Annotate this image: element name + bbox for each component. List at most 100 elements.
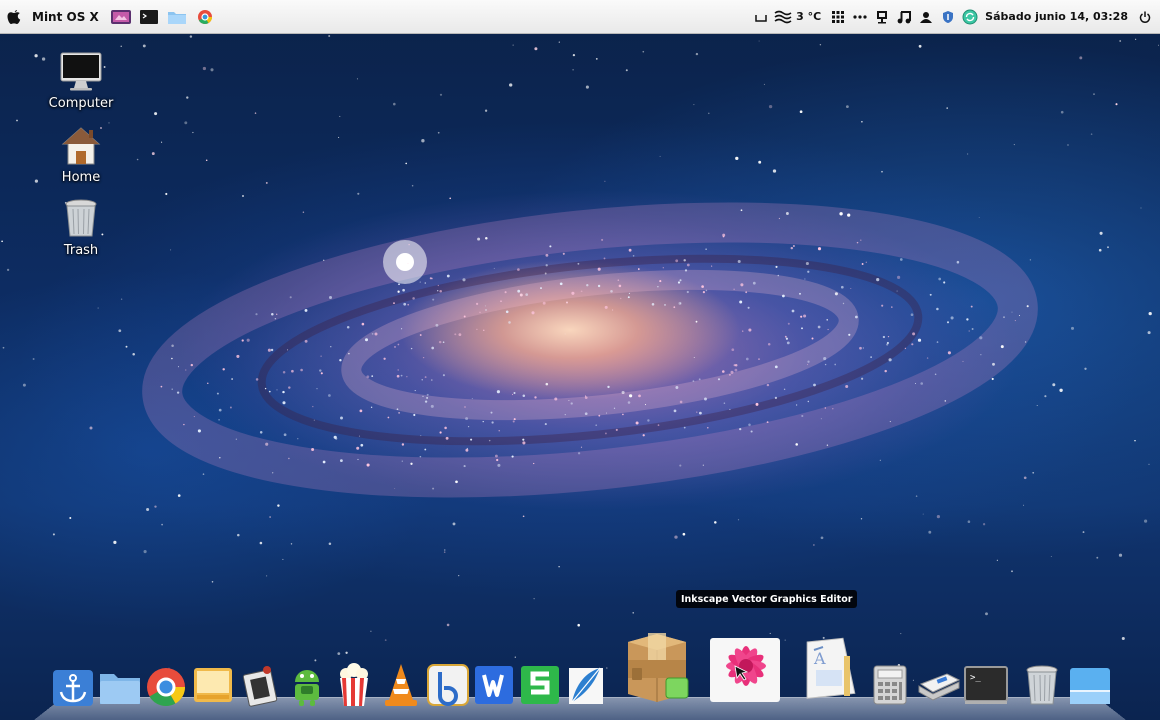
more-dots-icon[interactable] — [849, 0, 871, 34]
galaxy-dust — [832, 408, 834, 410]
galaxy-dust — [371, 333, 374, 335]
dock-item-desktop[interactable] — [1068, 666, 1112, 706]
dock-item-package[interactable] — [622, 632, 692, 704]
chrome-icon — [147, 668, 186, 707]
galaxy-dust — [824, 363, 827, 366]
galaxy-dust — [359, 409, 363, 413]
apple-logo-icon[interactable] — [6, 0, 22, 34]
media-player-icon[interactable] — [107, 0, 135, 34]
dock-item-vlc[interactable] — [381, 662, 421, 708]
galaxy-dust — [657, 424, 660, 426]
dock-item-feather[interactable] — [566, 664, 606, 706]
galaxy-dust — [383, 357, 386, 360]
galaxy-dust — [322, 460, 326, 464]
desktop-icon-home[interactable]: Home — [36, 124, 126, 185]
clock[interactable]: Sábado junio 14, 03:28 — [985, 10, 1128, 23]
galaxy-dust — [544, 423, 547, 426]
dock-item-document-viewer[interactable]: A — [800, 636, 856, 702]
dock-item-terminal[interactable]: >_ — [964, 666, 1008, 704]
update-icon[interactable] — [959, 0, 981, 34]
scanner-icon — [918, 673, 961, 701]
dock-item-trash[interactable] — [1022, 664, 1062, 706]
power-icon[interactable] — [1134, 0, 1156, 34]
show-desktop-icon[interactable] — [750, 0, 772, 34]
dock-item-inkscape[interactable] — [708, 628, 782, 704]
dock-item-popcorn[interactable] — [334, 662, 374, 708]
galaxy-dust — [577, 262, 580, 265]
galaxy-dust — [426, 396, 429, 399]
galaxy-dust — [193, 416, 195, 418]
star — [205, 159, 208, 162]
dock-item-spreadsheet[interactable] — [520, 665, 560, 705]
star — [171, 357, 173, 360]
star — [612, 309, 614, 311]
os-name-menu[interactable]: Mint OS X — [32, 10, 99, 24]
dock-item-screen[interactable] — [193, 666, 233, 706]
desktop-wallpaper[interactable] — [0, 0, 1160, 720]
star — [1013, 144, 1015, 146]
star — [1090, 133, 1093, 135]
galaxy-dust — [799, 292, 801, 295]
dock-item-tool[interactable] — [240, 664, 280, 708]
dock-item-files[interactable] — [98, 670, 142, 706]
folder-icon[interactable] — [163, 0, 191, 34]
star — [577, 623, 580, 627]
weather-temperature[interactable]: 3 °C — [796, 10, 821, 23]
dock-item-writer[interactable] — [474, 665, 514, 705]
star — [397, 290, 400, 293]
dock-item-chrome[interactable] — [145, 666, 187, 708]
galaxy-dust — [750, 430, 753, 433]
galaxy-dust — [888, 358, 892, 362]
dock-item-calculator[interactable] — [872, 664, 908, 706]
galaxy-dust — [934, 373, 937, 376]
galaxy-dust — [882, 335, 886, 339]
star — [519, 293, 523, 297]
dock-item-anchor[interactable] — [52, 668, 94, 708]
galaxy-dust — [618, 284, 622, 288]
star — [398, 412, 400, 414]
star — [202, 66, 207, 71]
star — [297, 438, 299, 440]
galaxy-dust — [422, 356, 425, 359]
desktop-icon-trash[interactable]: Trash — [36, 197, 126, 258]
user-icon[interactable] — [915, 0, 937, 34]
galaxy-dust — [950, 316, 954, 320]
network-icon[interactable] — [871, 0, 893, 34]
shield-icon[interactable] — [937, 0, 959, 34]
star — [314, 659, 317, 662]
star — [1157, 44, 1159, 46]
galaxy-dust — [604, 305, 608, 309]
galaxy-dust — [604, 432, 607, 435]
star — [936, 515, 941, 519]
apps-grid-icon[interactable] — [827, 0, 849, 34]
star — [533, 598, 535, 600]
wifi-icon[interactable] — [772, 0, 794, 34]
galaxy-dust — [686, 290, 689, 294]
galaxy-dust — [197, 429, 201, 433]
dock-item-scanner[interactable] — [917, 670, 961, 702]
dock-item-android[interactable] — [287, 664, 327, 708]
star — [1023, 504, 1025, 506]
galaxy-dust — [476, 328, 478, 331]
galaxy-dust — [899, 258, 903, 261]
star — [642, 50, 645, 53]
galaxy-dust — [508, 321, 511, 324]
music-icon[interactable] — [893, 0, 915, 34]
galaxy-dust — [564, 413, 566, 416]
galaxy-dust — [767, 342, 771, 346]
dock-item-bluefish[interactable] — [427, 664, 469, 706]
galaxy-dust — [401, 328, 403, 330]
galaxy-dust — [458, 333, 462, 336]
star — [120, 45, 122, 47]
galaxy-dust — [271, 313, 274, 316]
desktop-icon-computer[interactable]: Computer — [36, 50, 126, 111]
star — [32, 358, 35, 360]
galaxy-dust — [679, 400, 683, 404]
star — [69, 517, 72, 519]
writer-icon — [475, 666, 513, 704]
galaxy-dust — [956, 260, 960, 264]
terminal-icon[interactable] — [135, 0, 163, 34]
star — [146, 507, 150, 512]
star — [971, 328, 974, 330]
chrome-icon[interactable] — [191, 0, 219, 34]
